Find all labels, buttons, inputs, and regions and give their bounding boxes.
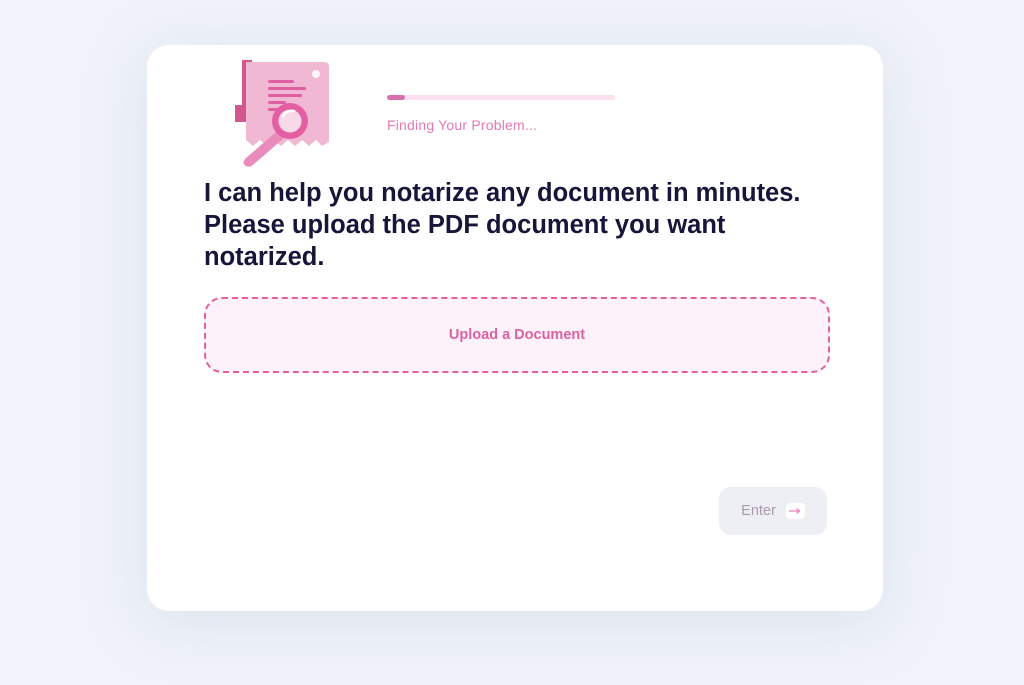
progress-bar-fill	[387, 95, 406, 100]
prompt-heading: I can help you notarize any document in …	[204, 179, 801, 271]
upload-document-label: Upload a Document	[448, 327, 586, 343]
progress-track	[387, 95, 615, 100]
enter-button-label: Enter	[741, 503, 776, 519]
upload-document-dropzone[interactable]: Upload a Document	[204, 297, 830, 373]
enter-button[interactable]: Enter	[719, 487, 827, 535]
progress-status-text: Finding Your Problem...	[387, 117, 538, 133]
arrow-right-icon	[785, 503, 805, 519]
progress-indicator: Finding Your Problem...	[387, 95, 615, 133]
notarize-card: Finding Your Problem... I can help you n…	[147, 45, 883, 611]
document-magnifier-icon	[232, 60, 338, 170]
